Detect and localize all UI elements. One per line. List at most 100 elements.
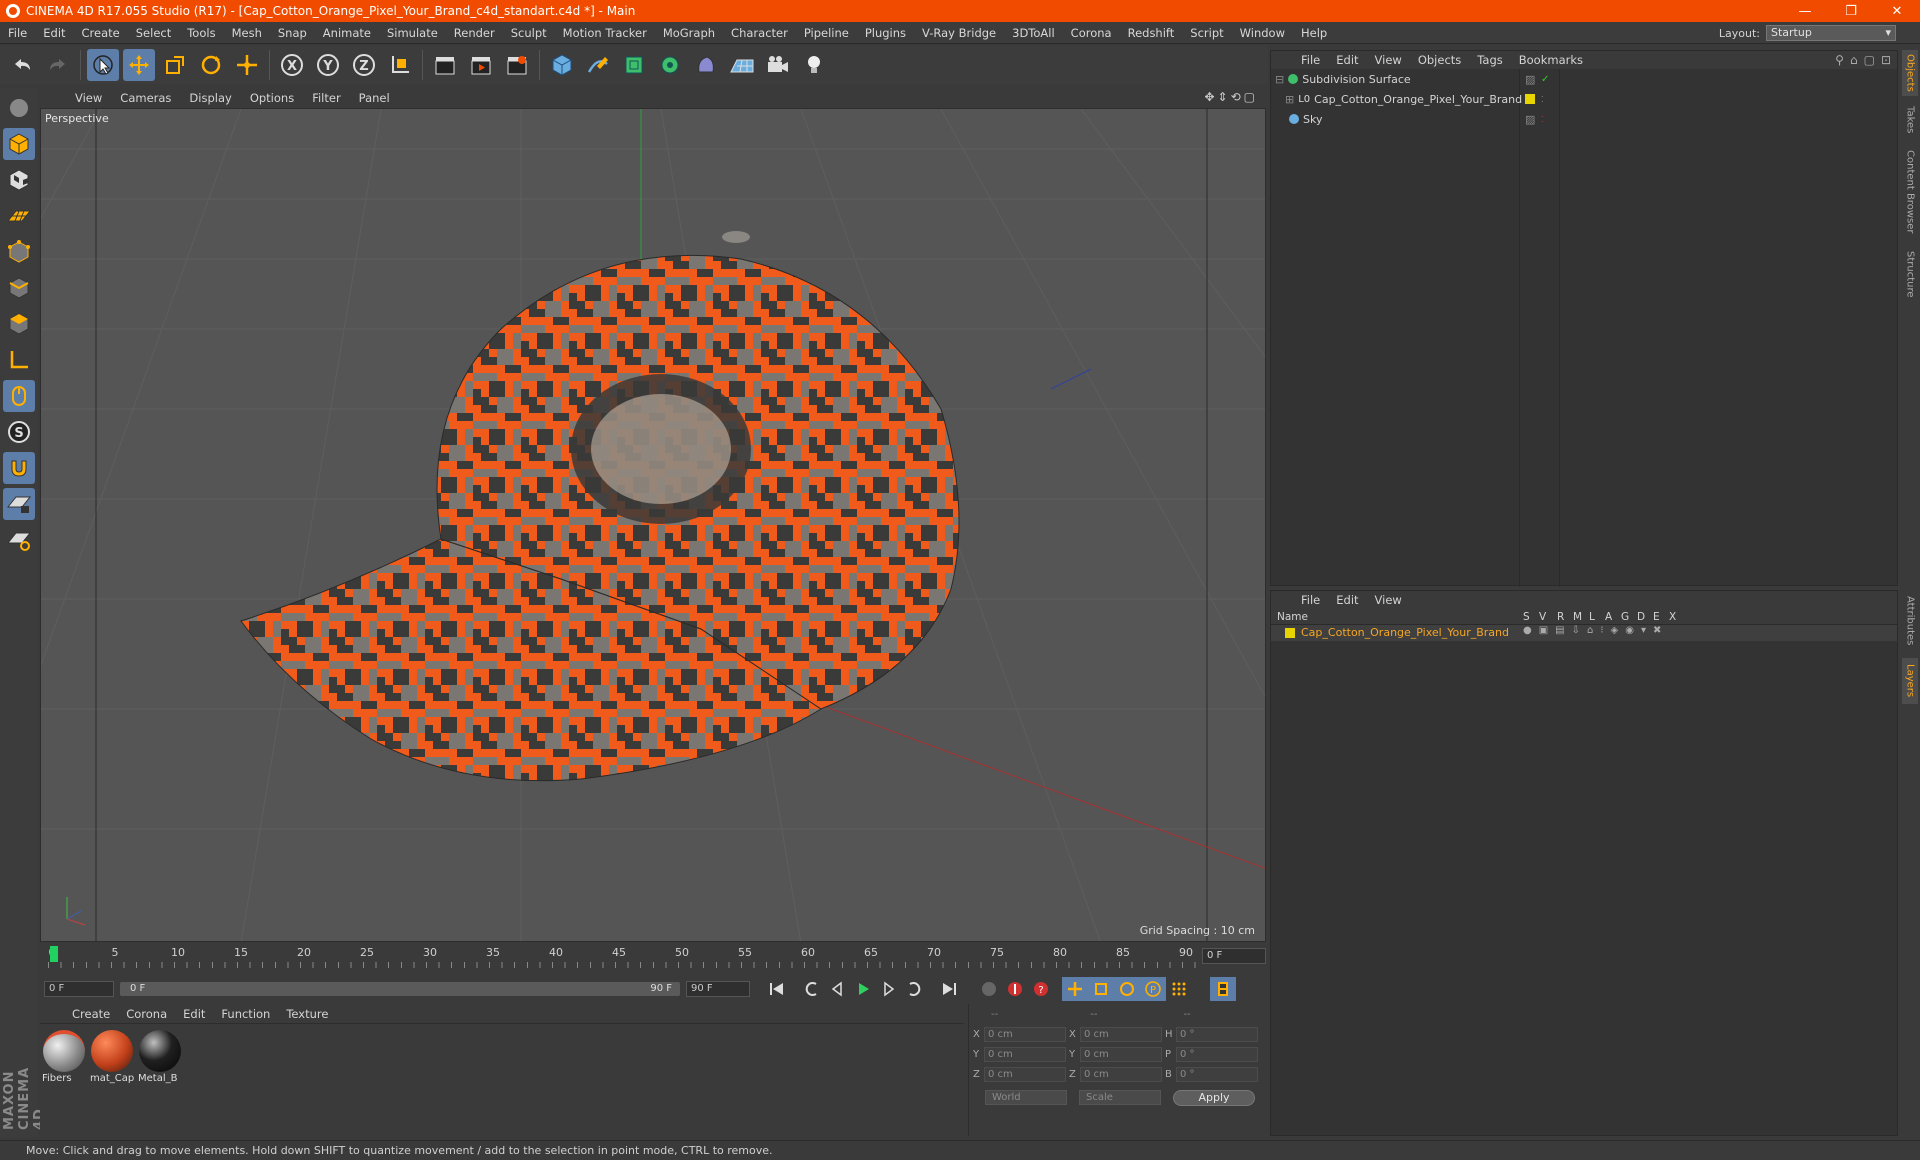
frame-range-slider[interactable]: 0 F 90 F <box>120 982 680 996</box>
render-picture-viewer-button[interactable] <box>465 49 497 81</box>
perspective-viewport[interactable]: Perspective Grid Spacing : 10 cm <box>40 108 1266 942</box>
goto-start-button[interactable] <box>764 977 790 1001</box>
spline-pen-button[interactable] <box>582 49 614 81</box>
make-editable-button[interactable] <box>3 92 35 124</box>
material-menu-texture[interactable]: Texture <box>278 1007 336 1021</box>
menu-redshift[interactable]: Redshift <box>1120 26 1183 40</box>
menu-select[interactable]: Select <box>128 26 179 40</box>
key-scale-button[interactable] <box>1088 977 1114 1001</box>
coordinate-mode-dropdown[interactable]: Scale <box>1079 1090 1161 1105</box>
tree-expand-icon[interactable]: ⊞ <box>1285 93 1294 106</box>
tab-structure[interactable]: Structure <box>1902 246 1918 302</box>
render-view-button[interactable] <box>429 49 461 81</box>
object-menu-bookmarks[interactable]: Bookmarks <box>1511 53 1591 67</box>
tab-takes[interactable]: Takes <box>1902 102 1918 138</box>
render-settings-button[interactable] <box>501 49 533 81</box>
material-menu-create[interactable]: Create <box>64 1007 118 1021</box>
start-frame-field[interactable]: 0 F <box>44 981 114 997</box>
coordinate-space-dropdown[interactable]: World <box>985 1090 1067 1105</box>
menu-edit[interactable]: Edit <box>35 26 73 40</box>
layer-row[interactable]: Cap_Cotton_Orange_Pixel_Your_Brand ●▣▤⇩⌂… <box>1271 625 1897 641</box>
prev-key-button[interactable] <box>798 977 824 1001</box>
next-key-button[interactable] <box>902 977 928 1001</box>
lock-icon[interactable]: ▢ <box>1864 53 1875 67</box>
coordinate-system-button[interactable] <box>384 49 416 81</box>
viewport-menu-display[interactable]: Display <box>180 91 240 105</box>
position-z-field[interactable]: 0 cm <box>984 1066 1066 1082</box>
material-item[interactable]: Fibers <box>42 1030 86 1084</box>
expand-icon[interactable]: ⊡ <box>1881 53 1891 67</box>
locked-workplane-button[interactable] <box>3 488 35 520</box>
key-position-button[interactable] <box>1062 977 1088 1001</box>
visibility-dots-icon[interactable]: ⁚ <box>1541 115 1544 124</box>
close-icon[interactable]: ✕ <box>1874 0 1920 22</box>
menu-mograph[interactable]: MoGraph <box>655 26 723 40</box>
current-frame-field[interactable]: 0 F <box>1202 948 1266 964</box>
material-menu-edit[interactable]: Edit <box>175 1007 213 1021</box>
redo-button[interactable] <box>42 49 74 81</box>
record-keys-button[interactable] <box>1002 977 1028 1001</box>
motion-record-button[interactable] <box>976 977 1002 1001</box>
end-frame-field[interactable]: 90 F <box>686 981 750 997</box>
x-axis-button[interactable]: X <box>276 49 308 81</box>
object-menu-edit[interactable]: Edit <box>1328 53 1366 67</box>
tab-objects[interactable]: Objects <box>1902 50 1918 96</box>
position-x-field[interactable]: 0 cm <box>984 1026 1066 1042</box>
next-frame-button[interactable] <box>876 977 902 1001</box>
object-menu-tags[interactable]: Tags <box>1469 53 1510 67</box>
menu-snap[interactable]: Snap <box>270 26 315 40</box>
undo-button[interactable] <box>6 49 38 81</box>
viewport-menu-filter[interactable]: Filter <box>303 91 349 105</box>
timeline-ruler[interactable]: 0 5 10 15 20 25 30 35 40 45 50 55 60 65 … <box>40 944 1266 974</box>
key-pla-button[interactable] <box>1166 977 1192 1001</box>
subdivision-surface-button[interactable] <box>618 49 650 81</box>
material-menu-function[interactable]: Function <box>213 1007 278 1021</box>
layer-menu-view[interactable]: View <box>1367 593 1410 607</box>
rotation-b-field[interactable]: 0 ° <box>1176 1066 1258 1082</box>
goto-end-button[interactable] <box>936 977 962 1001</box>
object-row[interactable]: Sky ▨ ⁚ <box>1271 109 1897 129</box>
material-item[interactable]: Metal_B <box>138 1030 182 1084</box>
cloner-button[interactable] <box>654 49 686 81</box>
visibility-dots-icon[interactable]: ⁚ <box>1541 95 1544 104</box>
menu-render[interactable]: Render <box>446 26 503 40</box>
viewport-menu-panel[interactable]: Panel <box>350 91 399 105</box>
size-x-field[interactable]: 0 cm <box>1080 1026 1162 1042</box>
menu-character[interactable]: Character <box>723 26 796 40</box>
menu-pipeline[interactable]: Pipeline <box>796 26 857 40</box>
tab-attributes[interactable]: Attributes <box>1902 590 1918 652</box>
z-axis-button[interactable]: Z <box>348 49 380 81</box>
checkmark-icon[interactable]: ✓ <box>1541 74 1549 85</box>
layout-dropdown[interactable]: Startup <box>1766 25 1896 41</box>
menu-tools[interactable]: Tools <box>179 26 223 40</box>
menu-sculpt[interactable]: Sculpt <box>503 26 555 40</box>
rotate-tool-button[interactable] <box>195 49 227 81</box>
deformer-button[interactable] <box>690 49 722 81</box>
play-button[interactable] <box>850 977 876 1001</box>
material-menu-corona[interactable]: Corona <box>118 1007 175 1021</box>
tweak-mode-button[interactable] <box>3 380 35 412</box>
menu-animate[interactable]: Animate <box>315 26 379 40</box>
menu-window[interactable]: Window <box>1232 26 1293 40</box>
object-row[interactable]: ⊟ Subdivision Surface ▨ ✓ <box>1271 69 1897 89</box>
position-y-field[interactable]: 0 cm <box>984 1046 1066 1062</box>
layer-menu-file[interactable]: File <box>1293 593 1328 607</box>
menu-mesh[interactable]: Mesh <box>224 26 270 40</box>
menu-motion-tracker[interactable]: Motion Tracker <box>555 26 655 40</box>
menu-3dtoall[interactable]: 3DToAll <box>1004 26 1063 40</box>
menu-file[interactable]: File <box>0 26 35 40</box>
layer-menu-edit[interactable]: Edit <box>1328 593 1366 607</box>
tree-collapse-icon[interactable]: ⊟ <box>1275 73 1284 86</box>
menu-create[interactable]: Create <box>74 26 128 40</box>
size-y-field[interactable]: 0 cm <box>1080 1046 1162 1062</box>
menu-help[interactable]: Help <box>1293 26 1335 40</box>
object-menu-objects[interactable]: Objects <box>1410 53 1469 67</box>
camera-button[interactable] <box>762 49 794 81</box>
polygons-mode-button[interactable] <box>3 308 35 340</box>
solo-button[interactable]: S <box>3 416 35 448</box>
rotation-p-field[interactable]: 0 ° <box>1176 1046 1258 1062</box>
object-menu-file[interactable]: File <box>1293 53 1328 67</box>
minimize-icon[interactable]: — <box>1782 0 1828 22</box>
workplane-mode-button[interactable] <box>3 200 35 232</box>
transform-tool-button[interactable] <box>231 49 263 81</box>
